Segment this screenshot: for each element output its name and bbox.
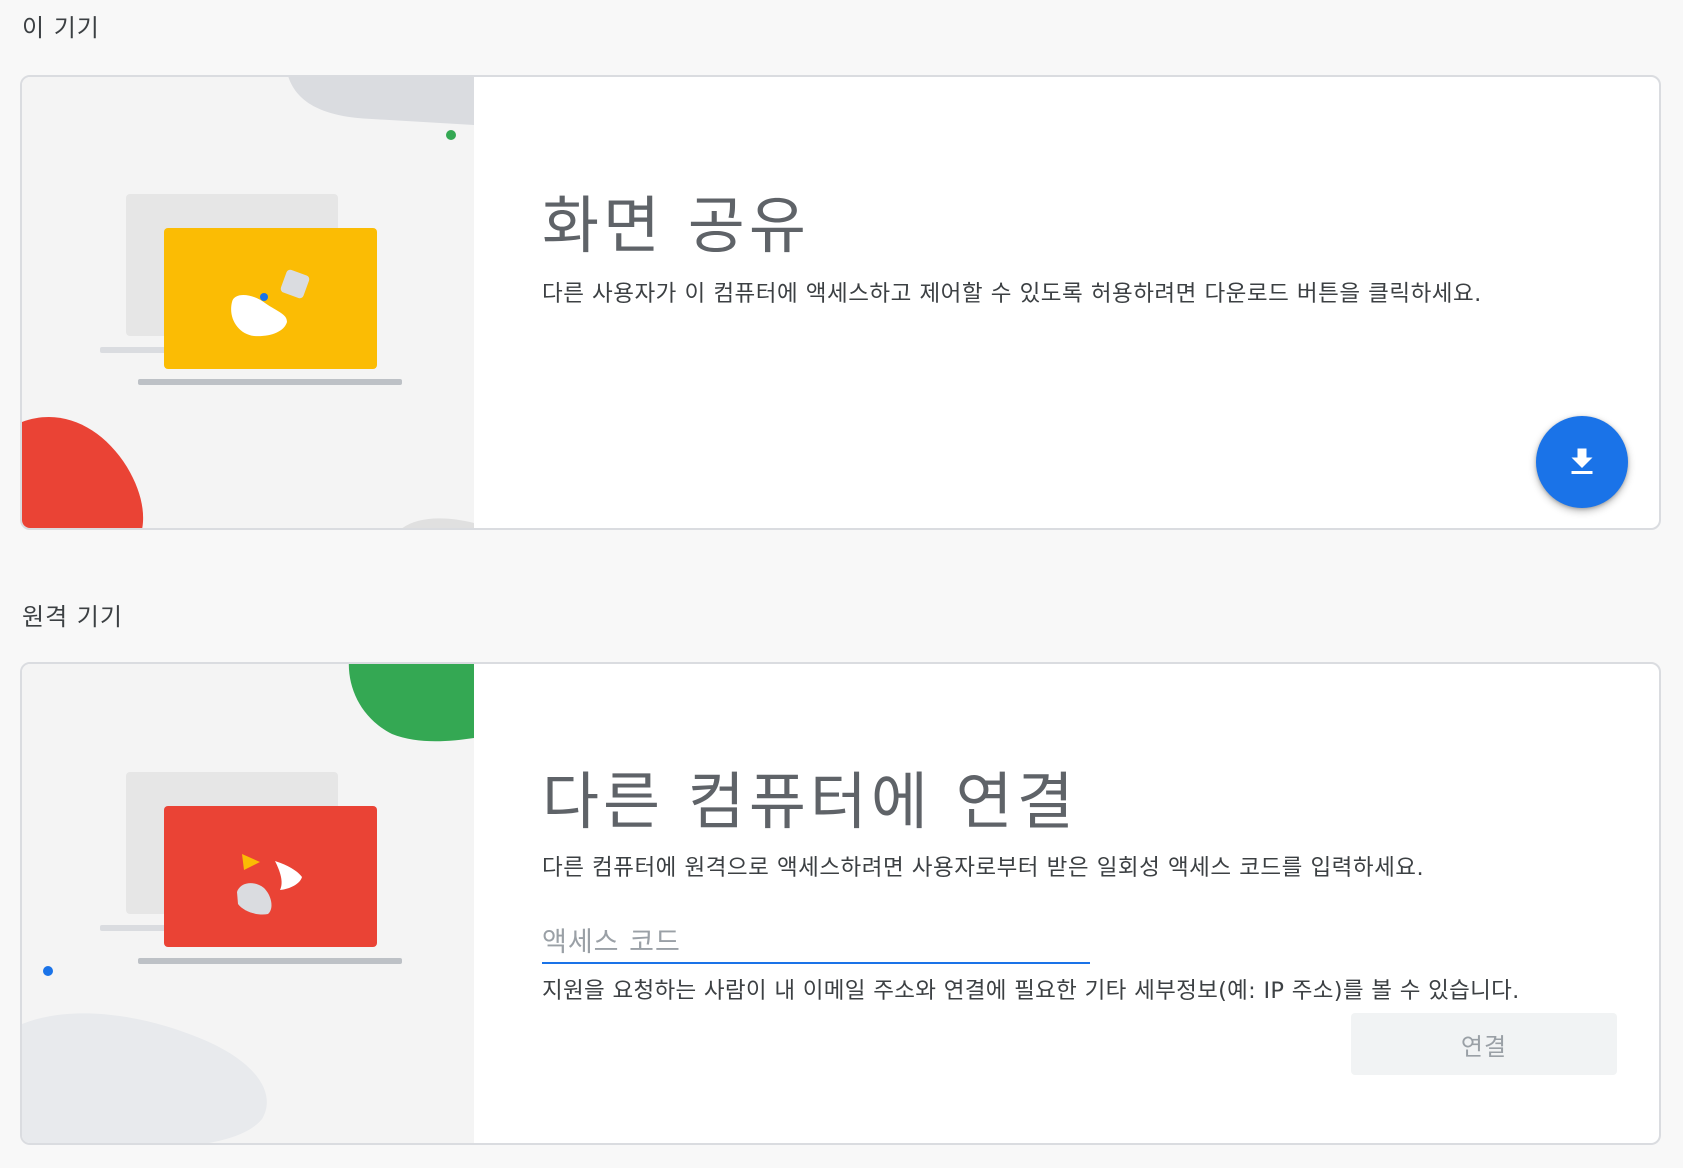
section-label-remote-device: 원격 기기 [22, 603, 123, 631]
connect-remote-title: 다른 컴퓨터에 연결 [542, 765, 1078, 838]
share-screen-card: 화면 공유 다른 사용자가 이 컴퓨터에 액세스하고 제어할 수 있도록 허용하… [20, 75, 1661, 530]
download-icon [1571, 448, 1593, 474]
laptop-connect-illustration [22, 664, 474, 1143]
share-screen-title: 화면 공유 [542, 189, 810, 262]
access-code-input[interactable] [542, 922, 1090, 964]
connect-button[interactable]: 연결 [1351, 1013, 1617, 1075]
section-label-this-device: 이 기기 [22, 14, 100, 42]
privacy-hint: 지원을 요청하는 사람이 내 이메일 주소와 연결에 필요한 기타 세부정보(예… [542, 978, 1520, 1004]
connect-remote-illustration [22, 664, 474, 1143]
connect-remote-card: 다른 컴퓨터에 연결 다른 컴퓨터에 원격으로 액세스하려면 사용자로부터 받은… [20, 662, 1661, 1145]
download-button[interactable] [1536, 416, 1628, 508]
share-screen-illustration [22, 77, 474, 528]
share-screen-description: 다른 사용자가 이 컴퓨터에 액세스하고 제어할 수 있도록 허용하려면 다운로… [542, 281, 1482, 307]
connect-remote-description: 다른 컴퓨터에 원격으로 액세스하려면 사용자로부터 받은 일회성 액세스 코드… [542, 855, 1425, 881]
laptop-share-illustration [22, 77, 474, 528]
share-screen-content: 화면 공유 다른 사용자가 이 컴퓨터에 액세스하고 제어할 수 있도록 허용하… [542, 77, 1628, 528]
connect-remote-content: 다른 컴퓨터에 연결 다른 컴퓨터에 원격으로 액세스하려면 사용자로부터 받은… [542, 664, 1619, 1143]
